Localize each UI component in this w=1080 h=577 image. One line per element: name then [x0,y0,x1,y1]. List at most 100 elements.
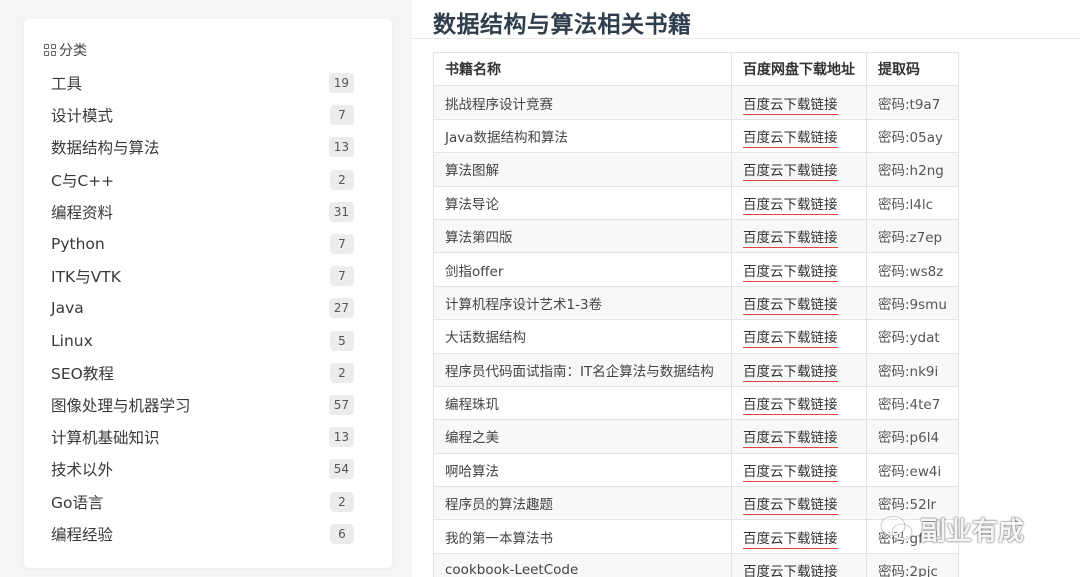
extract-code: 密码:9smu [866,285,959,321]
download-link[interactable]: 百度云下载链接 [743,463,838,482]
extract-code: 密码:nk9i [866,352,959,387]
grid-icon [44,44,56,56]
table-header-row: 书籍名称 百度网盘下载地址 提取码 [433,51,959,87]
book-name: 程序员的算法趣题 [433,486,732,521]
download-cell: 百度云下载链接 [731,218,867,254]
header-extract-code: 提取码 [866,51,959,87]
category-count-badge: 27 [328,298,354,319]
category-label: 编程经验 [51,525,114,544]
table-row: 计算机程序设计艺术1-3卷 百度云下载链接 密码:9smu [433,285,959,321]
book-name: 剑指offer [433,252,732,287]
category-label: 数据结构与算法 [51,139,160,158]
download-link[interactable]: 百度云下载链接 [743,330,838,349]
category-count-badge: 5 [330,330,354,351]
download-link[interactable]: 百度云下载链接 [743,230,838,249]
category-count-badge: 19 [328,73,354,94]
download-cell: 百度云下载链接 [731,252,867,287]
book-name: 大话数据结构 [433,319,732,354]
download-link[interactable]: 百度云下载链接 [743,497,838,516]
book-name: 啊哈算法 [433,452,732,488]
table-row: Java数据结构和算法 百度云下载链接 密码:05ay [433,118,959,154]
download-link[interactable]: 百度云下载链接 [743,530,838,549]
download-link[interactable]: 百度云下载链接 [743,163,838,182]
category-item[interactable]: 计算机基础知识 13 [24,421,392,453]
category-item[interactable]: Go语言 2 [24,485,392,517]
category-count-badge: 7 [330,105,354,126]
category-list: 工具 19 设计模式 7 数据结构与算法 13 C与C++ 2 编程资料 31 Pytho… [24,67,392,550]
download-cell: 百度云下载链接 [731,552,867,577]
category-count-badge: 7 [330,266,354,287]
download-link[interactable]: 百度云下载链接 [743,296,838,315]
download-cell: 百度云下载链接 [731,419,867,454]
book-name: 计算机程序设计艺术1-3卷 [433,285,732,321]
table-row: 算法导论 百度云下载链接 密码:l4lc [433,185,959,220]
category-count-badge: 13 [328,137,354,158]
category-label: 图像处理与机器学习 [51,396,191,415]
category-label: 编程资料 [51,203,114,222]
category-item[interactable]: C与C++ 2 [24,164,392,196]
table-row: 大话数据结构 百度云下载链接 密码:ydat [433,319,959,354]
category-label: SEO教程 [51,364,114,383]
watermark: 副业有成 [880,512,1024,547]
extract-code: 密码:p6l4 [866,419,959,454]
category-item[interactable]: ITK与VTK 7 [24,260,392,292]
category-label: C与C++ [51,171,115,190]
download-cell: 百度云下载链接 [731,519,867,554]
book-name: 编程之美 [433,419,732,454]
download-cell: 百度云下载链接 [731,385,867,421]
category-label: Linux [51,331,93,350]
extract-code: 密码:ew4i [866,452,959,488]
table-row: 编程之美 百度云下载链接 密码:p6l4 [433,419,959,454]
book-name: 我的第一本算法书 [433,519,732,554]
category-item[interactable]: Linux 5 [24,325,392,357]
download-cell: 百度云下载链接 [731,352,867,387]
category-item[interactable]: SEO教程 2 [24,357,392,389]
table-row: cookbook-LeetCode 百度云下载链接 密码:2pjc [433,552,959,577]
download-link[interactable]: 百度云下载链接 [743,263,838,282]
category-item[interactable]: 编程资料 31 [24,196,392,228]
category-count-badge: 54 [328,459,354,480]
download-cell: 百度云下载链接 [731,185,867,220]
download-link[interactable]: 百度云下载链接 [743,196,838,215]
category-count-badge: 31 [328,201,354,222]
table-row: 程序员代码面试指南：IT名企算法与数据结构 百度云下载链接 密码:nk9i [433,352,959,387]
category-item[interactable]: 图像处理与机器学习 57 [24,389,392,421]
download-link[interactable]: 百度云下载链接 [743,363,838,382]
category-label: 技术以外 [51,461,114,480]
page-title: 数据结构与算法相关书籍 [433,12,692,38]
category-item[interactable]: 工具 19 [24,67,392,99]
download-link[interactable]: 百度云下载链接 [743,129,838,148]
table-row: 剑指offer 百度云下载链接 密码:ws8z [433,252,959,287]
download-link[interactable]: 百度云下载链接 [743,564,838,577]
book-name: cookbook-LeetCode [433,552,732,577]
category-label: Python [51,235,105,254]
extract-code: 密码:z7ep [866,218,959,254]
category-item[interactable]: 编程经验 6 [24,518,392,550]
category-item[interactable]: 数据结构与算法 13 [24,131,392,163]
book-name: 程序员代码面试指南：IT名企算法与数据结构 [433,352,732,387]
category-label: Go语言 [51,493,104,512]
extract-code: 密码:t9a7 [866,85,959,120]
category-label: 工具 [51,75,83,94]
table-row: 算法图解 百度云下载链接 密码:h2ng [433,152,959,187]
category-count-badge: 7 [330,234,354,255]
category-label: ITK与VTK [51,268,121,287]
download-link[interactable]: 百度云下载链接 [743,397,838,416]
category-count-badge: 57 [328,394,354,415]
download-link[interactable]: 百度云下载链接 [743,430,838,449]
extract-code: 密码:4te7 [866,385,959,421]
category-count-badge: 2 [330,362,354,383]
book-name: 算法导论 [433,185,732,220]
header-download-link: 百度网盘下载地址 [731,51,867,87]
download-cell: 百度云下载链接 [731,319,867,354]
category-header: 分类 [44,41,87,59]
extract-code: 密码:ydat [866,319,959,354]
category-item[interactable]: Java 27 [24,292,392,324]
category-item[interactable]: 设计模式 7 [24,99,392,131]
table-row: 挑战程序设计竞赛 百度云下载链接 密码:t9a7 [433,85,959,120]
category-item[interactable]: Python 7 [24,228,392,260]
download-link[interactable]: 百度云下载链接 [743,96,838,115]
extract-code: 密码:2pjc [866,552,959,577]
download-cell: 百度云下载链接 [731,486,867,521]
category-item[interactable]: 技术以外 54 [24,453,392,485]
